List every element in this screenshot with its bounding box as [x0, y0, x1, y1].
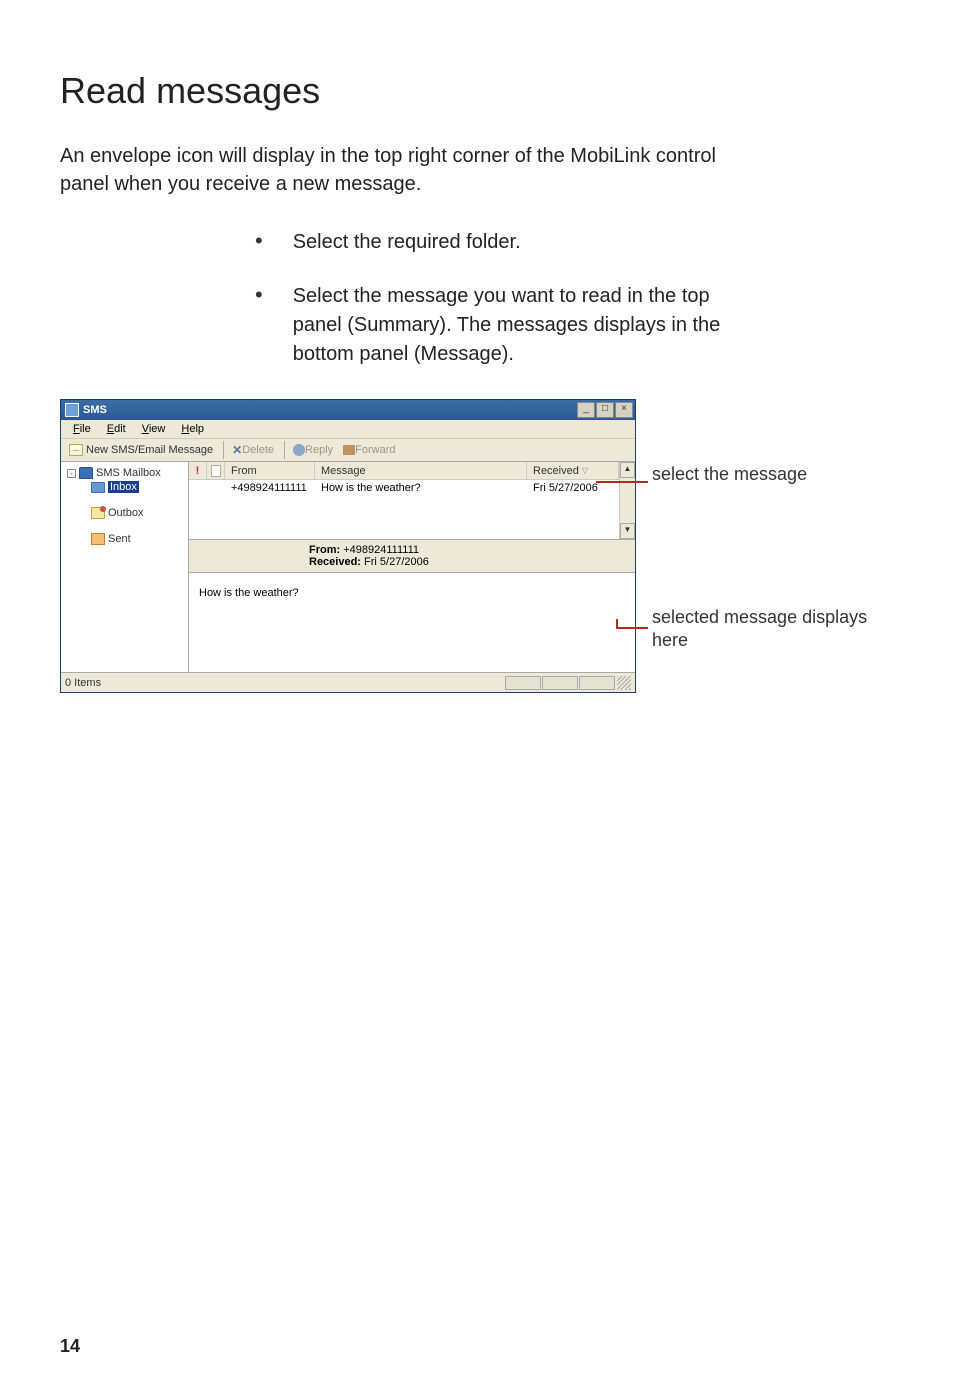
toolbar-separator — [284, 441, 285, 459]
header-priority[interactable]: ! — [189, 462, 207, 479]
outbox-icon — [91, 507, 105, 519]
menu-view-suffix: iew — [149, 423, 166, 435]
message-row[interactable]: +498924111111 How is the weather? Fri 5/… — [189, 480, 619, 496]
preview-body-text: How is the weather? — [199, 587, 299, 599]
intro-paragraph: An envelope icon will display in the top… — [60, 142, 760, 198]
sort-descending-icon: ▽ — [582, 466, 588, 475]
menu-edit-suffix: dit — [114, 423, 126, 435]
forward-label: Forward — [355, 444, 395, 456]
sent-icon — [91, 533, 105, 545]
tree-sent-label: Sent — [108, 533, 131, 545]
minimize-button[interactable]: _ — [577, 402, 595, 418]
annotation-line — [596, 481, 648, 483]
status-bar: 0 Items — [61, 672, 635, 692]
tree-collapse-icon[interactable]: - — [67, 469, 76, 478]
title-bar: SMS _ □ × — [61, 400, 635, 420]
menu-file-suffix: ile — [80, 423, 91, 435]
preview-header: From: +498924111111 Received: Fri 5/27/2… — [189, 540, 635, 573]
reply-button[interactable]: Reply — [289, 442, 337, 458]
mailbox-icon — [79, 467, 93, 479]
sms-app-icon — [65, 403, 79, 417]
status-items: 0 Items — [65, 677, 504, 689]
menu-help[interactable]: Help — [173, 422, 212, 436]
cell-from: +498924111111 — [225, 480, 315, 496]
preview-from-value: +498924111111 — [343, 544, 419, 556]
scroll-up-button[interactable]: ▲ — [620, 462, 635, 478]
scroll-track[interactable] — [620, 478, 635, 523]
menu-file[interactable]: File — [65, 422, 99, 436]
preview-from-row: From: +498924111111 — [309, 544, 627, 556]
forward-icon — [343, 445, 355, 455]
header-message[interactable]: Message — [315, 462, 527, 479]
folder-tree: - SMS Mailbox Inbox Outbox Sent — [61, 462, 189, 672]
delete-icon: ✕ — [232, 443, 242, 457]
status-segment — [505, 676, 541, 690]
preview-body: How is the weather? — [189, 573, 635, 672]
tree-outbox-label: Outbox — [108, 507, 143, 519]
bullet-list: • Select the required folder. • Select t… — [255, 228, 894, 369]
menu-view[interactable]: View — [134, 422, 174, 436]
bullet-marker: • — [255, 228, 263, 257]
resize-grip-icon[interactable] — [617, 676, 631, 690]
tree-inbox-label: Inbox — [108, 481, 139, 493]
header-received[interactable]: Received ▽ — [527, 462, 619, 479]
cell-message: How is the weather? — [315, 480, 527, 496]
tree-inbox[interactable]: Inbox — [63, 480, 186, 494]
status-segment — [579, 676, 615, 690]
tree-sent[interactable]: Sent — [63, 532, 186, 546]
preview-received-value: Fri 5/27/2006 — [364, 556, 429, 568]
annotation-line — [616, 619, 618, 629]
main-content: - SMS Mailbox Inbox Outbox Sent — [61, 462, 635, 672]
header-received-label: Received — [533, 465, 579, 477]
bullet-item: • Select the message you want to read in… — [255, 282, 894, 369]
envelope-icon — [69, 444, 83, 456]
bullet-marker: • — [255, 282, 263, 369]
close-button[interactable]: × — [615, 402, 633, 418]
tree-root[interactable]: - SMS Mailbox — [63, 466, 186, 480]
preview-from-label: From: — [309, 544, 340, 556]
callout-displays-here: selected message displays here — [652, 606, 894, 653]
new-message-label: New SMS/Email Message — [86, 444, 213, 456]
delete-button[interactable]: ✕ Delete — [228, 441, 278, 459]
bullet-text: Select the required folder. — [293, 228, 521, 257]
maximize-button[interactable]: □ — [596, 402, 614, 418]
annotation-line — [616, 627, 648, 629]
window-title: SMS — [83, 404, 576, 416]
status-segment — [542, 676, 578, 690]
priority-icon: ! — [192, 465, 204, 477]
callout-select-message: select the message — [652, 463, 807, 486]
tree-outbox[interactable]: Outbox — [63, 506, 186, 520]
message-list-body: ! From Message Received ▽ — [189, 462, 619, 539]
list-scrollbar[interactable]: ▲ ▼ — [619, 462, 635, 539]
bullet-item: • Select the required folder. — [255, 228, 894, 257]
toolbar: New SMS/Email Message ✕ Delete Reply For… — [61, 439, 635, 462]
screenshot-region: SMS _ □ × File Edit View Help New SMS/Em… — [60, 399, 894, 693]
menu-edit[interactable]: Edit — [99, 422, 134, 436]
page-title: Read messages — [60, 70, 894, 112]
bullet-text: Select the message you want to read in t… — [293, 282, 733, 369]
preview-received-row: Received: Fri 5/27/2006 — [309, 556, 627, 568]
person-icon — [293, 444, 305, 456]
scroll-down-button[interactable]: ▼ — [620, 523, 635, 539]
reply-label: Reply — [305, 444, 333, 456]
menu-help-suffix: elp — [189, 423, 204, 435]
window-controls: _ □ × — [576, 402, 633, 418]
preview-received-label: Received: — [309, 556, 361, 568]
toolbar-separator — [223, 441, 224, 459]
message-list: ! From Message Received ▽ — [189, 462, 635, 540]
tree-root-label: SMS Mailbox — [96, 467, 161, 479]
attachment-icon — [211, 465, 221, 477]
new-message-button[interactable]: New SMS/Email Message — [65, 442, 217, 458]
menu-bar: File Edit View Help — [61, 420, 635, 439]
page-number: 14 — [60, 1336, 80, 1357]
delete-label: Delete — [242, 444, 274, 456]
forward-button[interactable]: Forward — [339, 442, 399, 458]
message-area: ! From Message Received ▽ — [189, 462, 635, 672]
sms-app-window: SMS _ □ × File Edit View Help New SMS/Em… — [60, 399, 636, 693]
inbox-icon — [91, 482, 105, 493]
list-header-row: ! From Message Received ▽ — [189, 462, 619, 480]
header-attachment[interactable] — [207, 462, 225, 479]
header-from[interactable]: From — [225, 462, 315, 479]
